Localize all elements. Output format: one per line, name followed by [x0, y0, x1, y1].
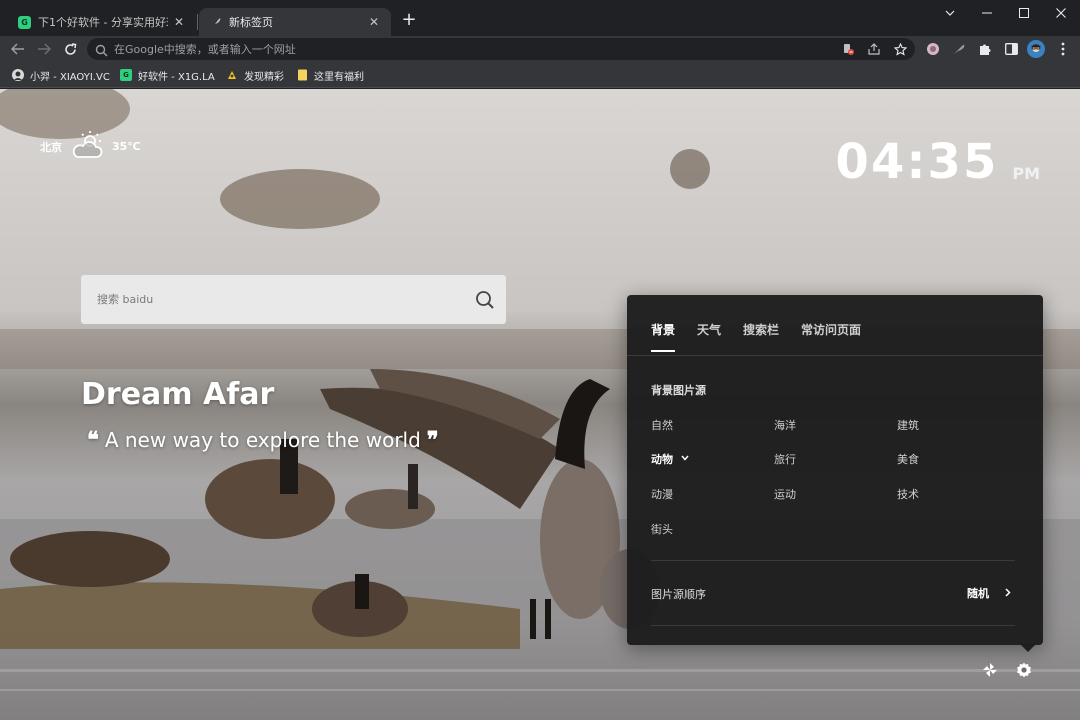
tab-label: 新标签页: [229, 16, 273, 29]
address-bar[interactable]: [87, 38, 915, 60]
weather-temp: 35℃: [112, 140, 141, 153]
weather-city: 北京: [40, 140, 62, 154]
new-tab-button[interactable]: +: [399, 10, 419, 30]
bookmark-label: 发现精彩: [244, 71, 284, 83]
forward-arrow-icon[interactable]: [34, 39, 54, 59]
minimize-icon[interactable]: [969, 2, 1005, 24]
extension-feather-icon[interactable]: [950, 40, 968, 58]
search-input[interactable]: [97, 275, 457, 324]
new-tab-page: 北京 35℃ 04:35 PM Dream Afar ❝ A new way t…: [0, 89, 1080, 720]
tab-search-bar[interactable]: 搜索栏: [743, 321, 779, 352]
share-icon[interactable]: [867, 42, 881, 56]
category-tech[interactable]: 技术: [897, 486, 919, 502]
category-street[interactable]: 街头: [651, 521, 673, 537]
category-ocean[interactable]: 海洋: [774, 417, 796, 433]
open-quote-icon: ❝: [87, 427, 99, 453]
category-anime[interactable]: 动漫: [651, 486, 673, 502]
tab-frequent-pages[interactable]: 常访问页面: [801, 321, 861, 352]
order-value: 随机: [967, 587, 989, 600]
close-icon[interactable]: ✕: [172, 15, 186, 29]
tab-weather[interactable]: 天气: [697, 321, 721, 352]
folder-icon: [296, 69, 308, 81]
blocked-permission-icon[interactable]: [841, 42, 855, 56]
category-architecture[interactable]: 建筑: [897, 417, 919, 433]
category-food[interactable]: 美食: [897, 451, 919, 467]
chevron-right-icon: [1005, 586, 1011, 600]
category-animals[interactable]: 动物: [651, 451, 689, 467]
bookmark-label: 这里有福利: [314, 71, 364, 83]
divider: [651, 625, 1015, 626]
slogan: Dream Afar ❝ A new way to explore the wo…: [81, 377, 445, 453]
search-box[interactable]: [81, 275, 506, 324]
green-square-icon: G: [18, 15, 31, 29]
side-panel-icon[interactable]: [1002, 40, 1020, 58]
window-close-icon[interactable]: [1043, 2, 1079, 24]
address-input[interactable]: [114, 38, 814, 60]
search-icon: [95, 42, 108, 61]
sparkle-icon: [226, 69, 238, 81]
search-icon[interactable]: [474, 289, 496, 311]
section-title: 背景图片源: [651, 384, 706, 397]
gear-icon[interactable]: [1013, 659, 1035, 681]
back-arrow-icon[interactable]: [8, 39, 28, 59]
browser-toolbar: [0, 36, 1080, 62]
category-sports[interactable]: 运动: [774, 486, 796, 502]
tagline: ❝ A new way to explore the world ❞: [81, 427, 445, 453]
weather-widget[interactable]: 北京 35℃: [40, 129, 141, 164]
green-square-icon: G: [120, 69, 132, 81]
bookmark-xiaoyi[interactable]: 小羿 - XIAOYI.VC: [12, 67, 110, 83]
category-label: 动物: [651, 453, 673, 466]
feather-icon: [209, 16, 222, 29]
panel-pointer: [1020, 644, 1036, 652]
clock-time: 04:35: [835, 134, 999, 190]
chevron-down-icon: [681, 454, 689, 464]
bookmark-label: 小羿 - XIAOYI.VC: [30, 71, 110, 83]
tab-label: 下1个好软件 - 分享实用好玩有趣: [38, 16, 168, 29]
close-quote-icon: ❞: [426, 427, 439, 453]
extension-pink-icon[interactable]: [924, 40, 942, 58]
bookmark-folder-welfare[interactable]: 这里有福利: [296, 67, 364, 83]
title-bar: G 下1个好软件 - 分享实用好玩有趣 ✕ 新标签页 ✕ +: [0, 0, 1080, 36]
order-label: 图片源顺序: [651, 588, 706, 601]
reload-icon[interactable]: [60, 39, 80, 59]
tab-background[interactable]: 背景: [651, 321, 676, 352]
settings-tabs: 背景 天气 搜索栏 常访问页面: [651, 321, 883, 352]
divider: [651, 560, 1015, 561]
bookmark-label: 好软件 - X1G.LA: [138, 71, 215, 83]
bookmark-discover[interactable]: 发现精彩: [226, 67, 284, 83]
tab-new-tab[interactable]: 新标签页 ✕: [199, 8, 391, 36]
more-menu-icon[interactable]: [1054, 40, 1072, 58]
category-travel[interactable]: 旅行: [774, 451, 796, 467]
puzzle-icon[interactable]: [976, 40, 994, 58]
category-nature[interactable]: 自然: [651, 417, 673, 433]
close-icon[interactable]: ✕: [367, 15, 381, 29]
tab-separator: [197, 14, 198, 30]
divider: [627, 355, 1043, 356]
cloud-sun-icon: [70, 129, 104, 164]
bookmark-x1g[interactable]: G 好软件 - X1G.LA: [120, 67, 215, 83]
profile-avatar[interactable]: [1027, 40, 1045, 58]
bookmarks-bar: 小羿 - XIAOYI.VC G 好软件 - X1G.LA 发现精彩 这里有福利: [0, 62, 1080, 88]
order-select[interactable]: 随机: [967, 585, 1011, 601]
avatar-icon: [12, 69, 24, 81]
chevron-down-icon[interactable]: [932, 2, 968, 24]
settings-panel: 背景 天气 搜索栏 常访问页面 背景图片源 自然 海洋 建筑 动物 旅行 美食 …: [627, 295, 1043, 652]
refresh-wallpaper-icon[interactable]: [979, 659, 1001, 681]
tab-x1g[interactable]: G 下1个好软件 - 分享实用好玩有趣 ✕: [8, 8, 196, 36]
tagline-text: A new way to explore the world: [104, 428, 421, 452]
brand-title: Dream Afar: [81, 377, 275, 412]
clock: 04:35 PM: [836, 137, 1040, 187]
clock-ampm: PM: [1012, 164, 1040, 183]
maximize-icon[interactable]: [1006, 2, 1042, 24]
star-icon[interactable]: [893, 42, 907, 56]
